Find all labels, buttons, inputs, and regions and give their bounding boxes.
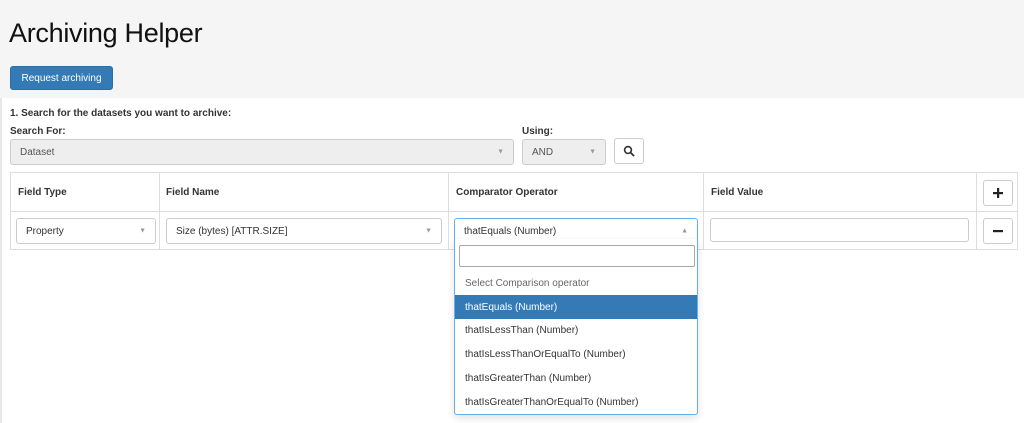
dropdown-option-that-equals[interactable]: thatEquals (Number) xyxy=(455,295,697,319)
field-type-value: Property xyxy=(26,225,64,237)
row-divider xyxy=(11,211,1017,212)
field-name-value: Size (bytes) [ATTR.SIZE] xyxy=(176,225,288,237)
caret-down-icon: ▼ xyxy=(425,227,432,235)
using-label: Using: xyxy=(522,126,554,137)
search-icon xyxy=(623,145,635,157)
minus-icon xyxy=(993,230,1003,233)
header-field-name: Field Name xyxy=(166,186,220,198)
caret-down-icon: ▼ xyxy=(139,227,146,235)
search-for-select[interactable]: Dataset ▼ xyxy=(10,139,514,165)
dropdown-option-that-is-less-than[interactable]: thatIsLessThan (Number) xyxy=(455,318,697,342)
search-button[interactable] xyxy=(614,138,644,164)
page-title: Archiving Helper xyxy=(9,18,203,48)
left-edge xyxy=(0,98,2,423)
dropdown-search-input[interactable] xyxy=(459,245,695,267)
step-label: 1. Search for the datasets you want to a… xyxy=(10,108,232,119)
using-value: AND xyxy=(532,146,554,158)
field-type-select[interactable]: Property ▼ xyxy=(16,218,156,244)
caret-up-icon: ▲ xyxy=(681,227,688,235)
field-name-select[interactable]: Size (bytes) [ATTR.SIZE] ▼ xyxy=(166,218,442,244)
field-value-input[interactable] xyxy=(710,218,969,242)
header-comparator-operator: Comparator Operator xyxy=(456,186,558,198)
request-archiving-button[interactable]: Request archiving xyxy=(10,66,113,90)
dropdown-option-that-is-less-than-or-equal-to[interactable]: thatIsLessThanOrEqualTo (Number) xyxy=(455,342,697,366)
header-band xyxy=(0,0,1024,98)
dropdown-option-that-is-greater-than-or-equal-to[interactable]: thatIsGreaterThanOrEqualTo (Number) xyxy=(455,390,697,414)
caret-down-icon: ▼ xyxy=(589,148,596,156)
search-for-label: Search For: xyxy=(10,126,66,137)
header-field-value: Field Value xyxy=(711,186,764,198)
comparator-value: thatEquals (Number) xyxy=(464,225,557,237)
dropdown-placeholder: Select Comparison operator xyxy=(465,277,590,289)
remove-criterion-button[interactable] xyxy=(983,218,1013,244)
header-field-type: Field Type xyxy=(18,186,67,198)
search-for-value: Dataset xyxy=(20,146,55,158)
dropdown-option-that-is-greater-than[interactable]: thatIsGreaterThan (Number) xyxy=(455,366,697,390)
add-criterion-button[interactable] xyxy=(983,180,1013,206)
using-select[interactable]: AND ▼ xyxy=(522,139,606,165)
plus-icon xyxy=(993,188,1003,198)
caret-down-icon: ▼ xyxy=(497,148,504,156)
comparator-dropdown: Select Comparison operator thatEquals (N… xyxy=(454,239,698,415)
